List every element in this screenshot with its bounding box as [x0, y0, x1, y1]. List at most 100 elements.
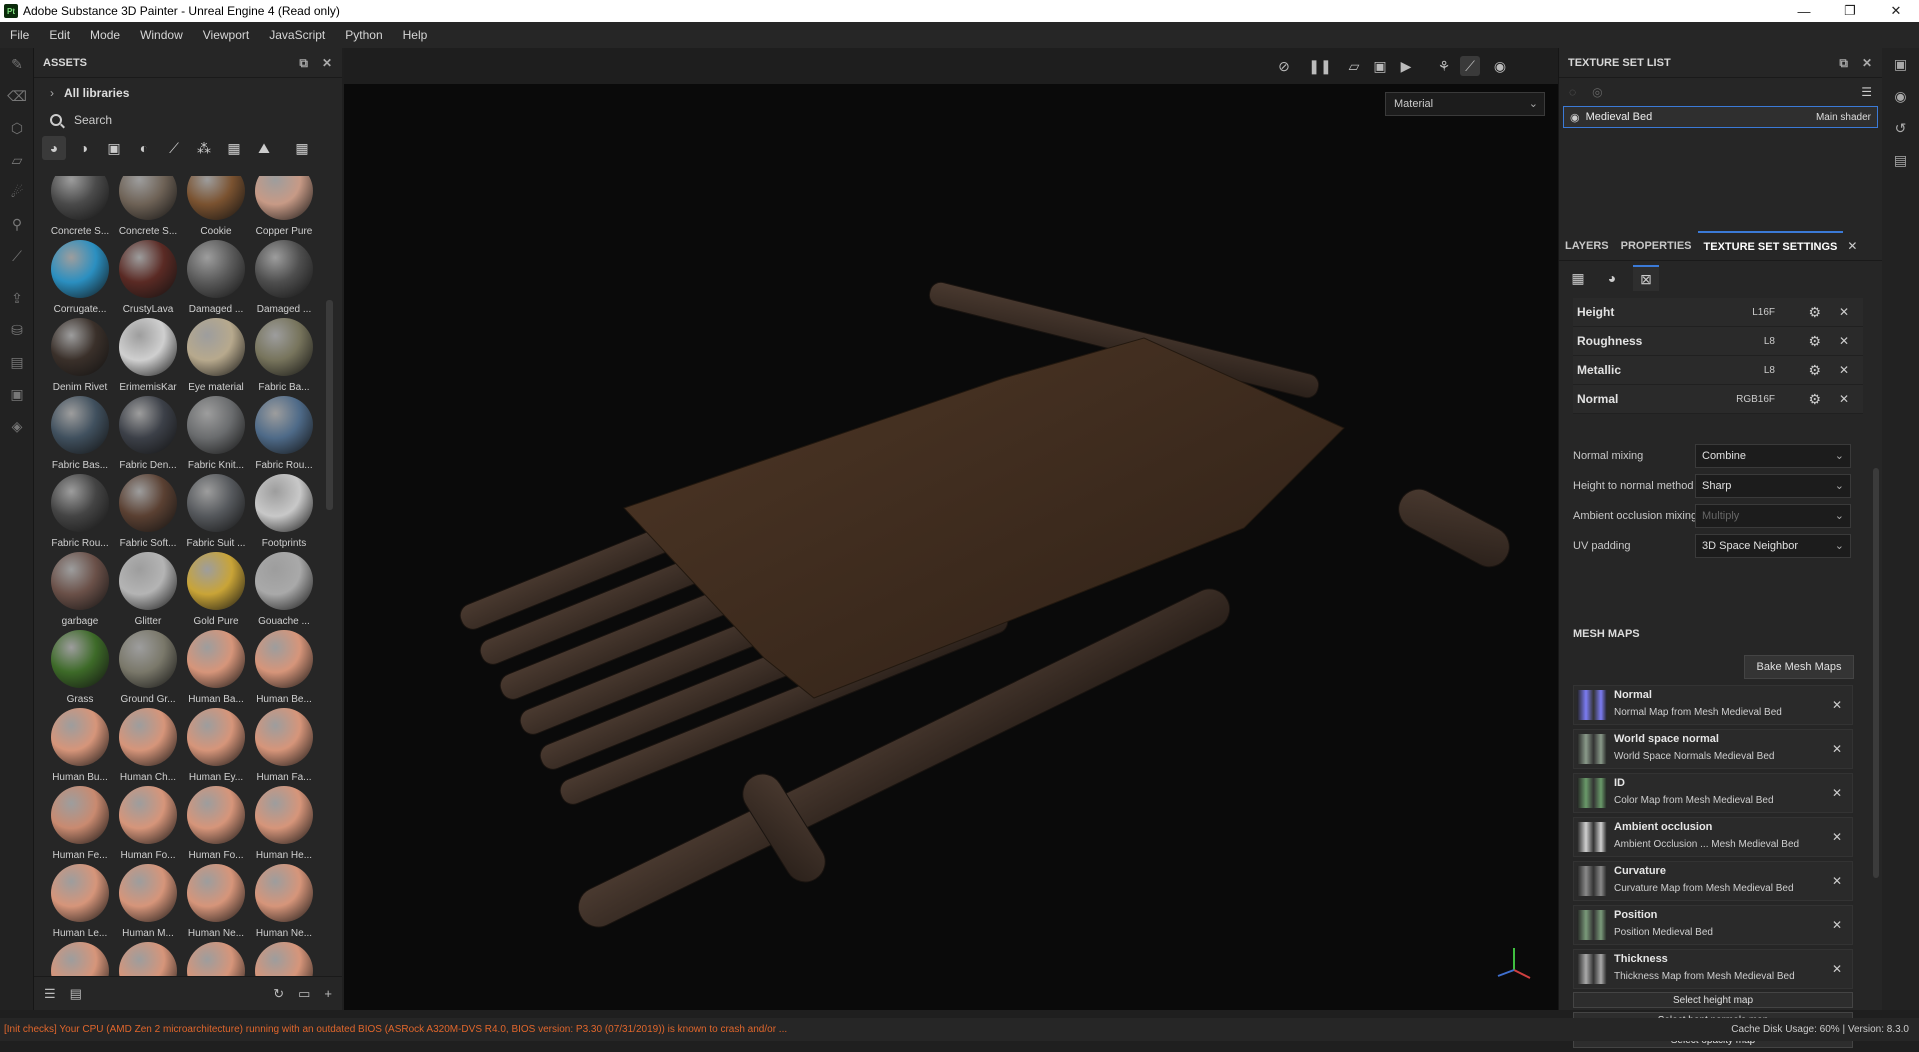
- asset-item[interactable]: Human Ne...: [250, 864, 318, 942]
- hide-set-icon[interactable]: ◌: [1569, 85, 1576, 99]
- asset-item[interactable]: Concrete S...: [114, 176, 182, 240]
- list-view-icon[interactable]: ☰: [44, 986, 56, 1002]
- asset-item[interactable]: Human Ba...: [182, 630, 250, 708]
- normal-mixing-select[interactable]: Combine ⌄: [1695, 444, 1851, 468]
- asset-item[interactable]: Human M...: [114, 864, 182, 942]
- details-view-icon[interactable]: ▤: [70, 986, 82, 1002]
- mesh-map-row[interactable]: Thickness Thickness Map from Mesh Medieva…: [1573, 949, 1853, 989]
- asset-item[interactable]: Human Fo...: [114, 786, 182, 864]
- shelf-icon[interactable]: ▣: [0, 378, 34, 410]
- assets-scrollbar[interactable]: [326, 300, 333, 510]
- asset-search-input[interactable]: Search: [34, 108, 342, 132]
- eye-icon[interactable]: ◉: [1570, 111, 1580, 124]
- bake-mesh-maps-button[interactable]: Bake Mesh Maps: [1744, 655, 1854, 679]
- textures-filter-icon[interactable]: ▦: [222, 136, 246, 160]
- init-check-warning[interactable]: [Init checks] Your CPU (AMD Zen 2 microa…: [0, 1024, 787, 1035]
- mesh-icon[interactable]: ⊠: [1633, 265, 1659, 291]
- asset-item[interactable]: Fabric Ba...: [250, 318, 318, 396]
- asset-item[interactable]: Human Ch...: [114, 708, 182, 786]
- mesh-map-row[interactable]: Position Position Medieval Bed ✕: [1573, 905, 1853, 945]
- asset-item[interactable]: Concrete S...: [46, 176, 114, 240]
- texture-set-shader[interactable]: Main shader: [1816, 112, 1871, 123]
- select-height-map-button[interactable]: Select height map: [1573, 992, 1853, 1008]
- close-panel-icon[interactable]: ✕: [322, 56, 332, 71]
- new-folder-icon[interactable]: ▭: [298, 986, 310, 1002]
- remove-map-icon[interactable]: ✕: [1832, 786, 1842, 800]
- list-options-icon[interactable]: ☰: [1861, 85, 1872, 99]
- show-set-icon[interactable]: ◎: [1592, 85, 1602, 99]
- eraser-icon[interactable]: ⌫: [0, 80, 34, 112]
- remove-icon[interactable]: ✕: [1839, 392, 1849, 406]
- channel-format[interactable]: RGB16F: [1736, 394, 1775, 405]
- menu-file[interactable]: File: [10, 28, 29, 42]
- asset-item[interactable]: Human Bu...: [46, 708, 114, 786]
- remove-map-icon[interactable]: ✕: [1832, 698, 1842, 712]
- brushes-filter-icon[interactable]: ⟋: [162, 136, 186, 160]
- smudge-icon[interactable]: ☄: [0, 176, 34, 208]
- log-icon[interactable]: ▤: [1882, 144, 1919, 176]
- asset-item[interactable]: Grass: [46, 630, 114, 708]
- uv-icon[interactable]: ▤: [0, 346, 34, 378]
- asset-item[interactable]: [114, 942, 182, 976]
- add-icon[interactable]: +: [324, 986, 332, 1001]
- menu-python[interactable]: Python: [345, 28, 382, 42]
- asset-item[interactable]: Ground Gr...: [114, 630, 182, 708]
- asset-item[interactable]: Eye material: [182, 318, 250, 396]
- asset-item[interactable]: Fabric Soft...: [114, 474, 182, 552]
- history-icon[interactable]: ↺: [1882, 112, 1919, 144]
- menu-window[interactable]: Window: [140, 28, 183, 42]
- maximize-button[interactable]: ❐: [1827, 0, 1873, 22]
- bake-icon[interactable]: ⛁: [0, 314, 34, 346]
- asset-item[interactable]: Copper Pure: [250, 176, 318, 240]
- close-panel-icon[interactable]: ✕: [1862, 56, 1872, 71]
- material-icon[interactable]: ◕: [1599, 265, 1625, 291]
- properties-scrollbar[interactable]: [1873, 468, 1879, 878]
- asset-item[interactable]: Fabric Knit...: [182, 396, 250, 474]
- mesh-map-row[interactable]: World space normal World Space Normals Me…: [1573, 729, 1853, 769]
- environments-filter-icon[interactable]: ⛰: [252, 136, 276, 160]
- texture-set-list-icon[interactable]: ▣: [1882, 48, 1919, 80]
- asset-item[interactable]: Fabric Den...: [114, 396, 182, 474]
- asset-item[interactable]: Human Fa...: [250, 708, 318, 786]
- texture-set-icon[interactable]: ▦: [1565, 265, 1591, 291]
- asset-item[interactable]: [250, 942, 318, 976]
- export-icon[interactable]: ⇪: [0, 282, 34, 314]
- clone-stamp-icon[interactable]: ⚲: [0, 208, 34, 240]
- asset-item[interactable]: Fabric Rou...: [250, 396, 318, 474]
- asset-item[interactable]: Damaged ...: [182, 240, 250, 318]
- asset-item[interactable]: Damaged ...: [250, 240, 318, 318]
- gear-icon[interactable]: ⚙: [1808, 362, 1821, 379]
- remove-map-icon[interactable]: ✕: [1832, 918, 1842, 932]
- remove-map-icon[interactable]: ✕: [1832, 830, 1842, 844]
- paint-brush-icon[interactable]: ✎: [0, 48, 34, 80]
- menu-mode[interactable]: Mode: [90, 28, 120, 42]
- height-to-normal-select[interactable]: Sharp ⌄: [1695, 474, 1851, 498]
- remove-map-icon[interactable]: ✕: [1832, 742, 1842, 756]
- refresh-icon[interactable]: ↻: [273, 986, 284, 1002]
- materials-filter-icon[interactable]: ◕: [42, 136, 66, 160]
- asset-item[interactable]: Footprints: [250, 474, 318, 552]
- asset-item[interactable]: Human He...: [250, 786, 318, 864]
- asset-item[interactable]: Human Fe...: [46, 786, 114, 864]
- asset-item[interactable]: [182, 942, 250, 976]
- asset-item[interactable]: ErimemisKar: [114, 318, 182, 396]
- generators-filter-icon[interactable]: ◐: [132, 136, 156, 160]
- minimize-button[interactable]: —: [1781, 0, 1827, 22]
- remove-icon[interactable]: ✕: [1839, 363, 1849, 377]
- tab-properties[interactable]: PROPERTIES: [1615, 231, 1698, 261]
- display-settings-icon[interactable]: ◉: [1882, 80, 1919, 112]
- asset-item[interactable]: Fabric Bas...: [46, 396, 114, 474]
- asset-item[interactable]: CrustyLava: [114, 240, 182, 318]
- asset-item[interactable]: Denim Rivet: [46, 318, 114, 396]
- polygon-fill-icon[interactable]: ▱: [0, 144, 34, 176]
- uv-padding-select[interactable]: 3D Space Neighbor ⌄: [1695, 534, 1851, 558]
- grid-view-icon[interactable]: ▦: [290, 136, 314, 160]
- mesh-map-row[interactable]: Curvature Curvature Map from Mesh Medieva…: [1573, 861, 1853, 901]
- smart-materials-filter-icon[interactable]: ◑: [72, 136, 96, 160]
- viewport-3d[interactable]: ⊘ ❚❚ ▱ ▣ ▶ ⚘ ⟋ ◉ Material ⌄: [344, 48, 1558, 1010]
- asset-item[interactable]: Fabric Rou...: [46, 474, 114, 552]
- asset-item[interactable]: Human Le...: [46, 864, 114, 942]
- menu-help[interactable]: Help: [403, 28, 428, 42]
- color-picker-icon[interactable]: ⟋: [0, 240, 34, 272]
- tab-texture-set-settings[interactable]: TEXTURE SET SETTINGS: [1697, 230, 1844, 261]
